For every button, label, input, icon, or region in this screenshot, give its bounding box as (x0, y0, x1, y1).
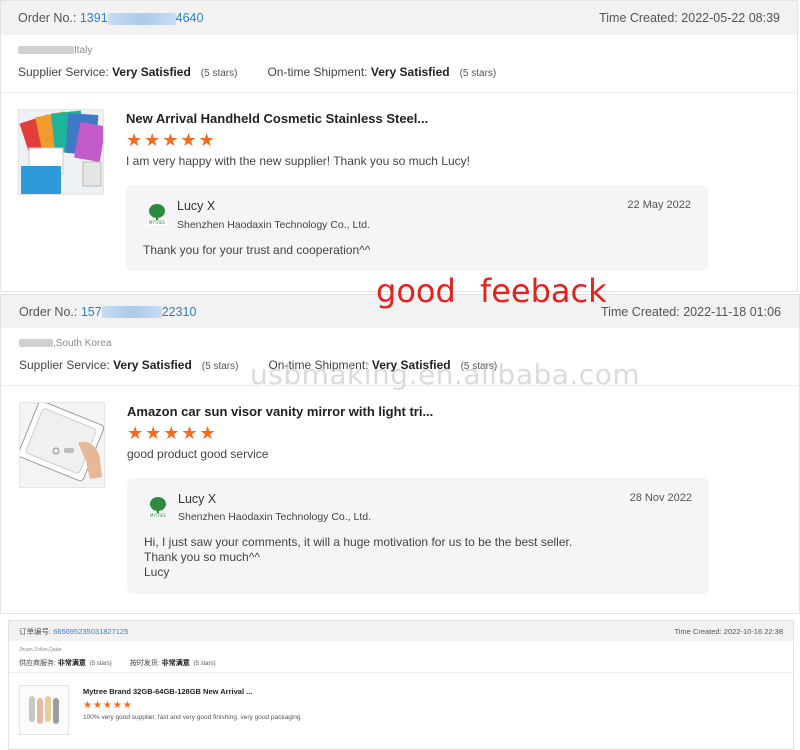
review-card-2: Order No.: 157 22310 Time Created: 2022-1… (0, 294, 800, 614)
order-number: 订单编号: 665695235031827125 (19, 626, 129, 636)
order-number: Order No.: 157 22310 (19, 304, 197, 319)
review-comment: good product good service (127, 447, 269, 461)
review-card-3: 订单编号: 665695235031827125 Time Created: 2… (8, 620, 794, 750)
order-number-link[interactable]: 157 22310 (81, 305, 197, 319)
buyer-info: Italy (18, 45, 780, 59)
product-review: Mytree Brand 32GB-64GB-128GB New Arrival… (9, 673, 793, 735)
redacted-order-digits (107, 12, 176, 25)
time-created: Time Created: 2022-11-18 01:06 (601, 304, 781, 319)
order-number-link[interactable]: 1391 4640 (80, 11, 204, 25)
product-image[interactable] (19, 402, 105, 488)
product-title[interactable]: New Arrival Handheld Cosmetic Stainless … (126, 111, 711, 126)
product-title[interactable]: Amazon car sun visor vanity mirror with … (127, 404, 712, 419)
svg-text:MYTREE: MYTREE (149, 220, 166, 225)
time-created: Time Created: 2022-05-22 08:39 (599, 11, 780, 25)
product-image[interactable] (18, 109, 104, 195)
reply-text: Thank you for your trust and cooperation… (143, 243, 371, 257)
watermark-text: usbmaking.en.alibaba.com (250, 358, 641, 391)
product-title[interactable]: Mytree Brand 32GB-64GB-128GB New Arrival… (83, 687, 301, 696)
time-created: Time Created: 2022-10-16 22:38 (674, 626, 783, 636)
svg-text:MYTREE: MYTREE (150, 513, 167, 518)
supplier-reply: MYTREE Lucy X Shenzhen Haodaxin Technolo… (126, 185, 708, 271)
product-review: Amazon car sun visor vanity mirror with … (1, 386, 799, 594)
product-image[interactable] (19, 685, 69, 735)
order-number: Order No.: 1391 4640 (18, 11, 204, 25)
mytree-logo-icon: MYTREE (147, 496, 169, 523)
service-ratings: 供应商服务: 非常满意 (5 stars) 按时发货: 非常满意 (5 star… (19, 658, 783, 668)
reply-author: Lucy X (178, 492, 217, 506)
service-ratings: Supplier Service: Very Satisfied (5 star… (18, 65, 780, 79)
good-feedback-overlay-text: good feeback (376, 272, 607, 310)
reply-text: Hi, I just saw your comments, it will a … (144, 535, 573, 579)
reply-company: Shenzhen Haodaxin Technology Co., Ltd. (178, 511, 372, 523)
review-header: 订单编号: 665695235031827125 Time Created: 2… (9, 621, 793, 641)
reply-company: Shenzhen Haodaxin Technology Co., Ltd. (177, 219, 371, 231)
reply-date: 22 May 2022 (627, 199, 691, 211)
reply-date: 28 Nov 2022 (629, 492, 692, 504)
redacted-order-digits (101, 306, 162, 319)
buyer-info: ,South Korea (19, 338, 781, 352)
buyer-info: Jhuan Zolian,Qatar (19, 647, 62, 653)
mytree-logo-icon: MYTREE (146, 203, 168, 230)
supplier-service-rating: 供应商服务: 非常满意 (5 stars) (19, 660, 112, 667)
review-header: Order No.: 1391 4640 Time Created: 2022-0… (1, 1, 797, 35)
rating-stars: ★★★★★ (83, 700, 133, 711)
redacted-buyer-name (19, 339, 53, 348)
review-comment: I am very happy with the new supplier! T… (126, 154, 470, 168)
product-review: New Arrival Handheld Cosmetic Stainless … (1, 93, 797, 271)
shipment-rating: On-time Shipment: Very Satisfied (5 star… (267, 65, 497, 79)
redacted-buyer-name (18, 46, 74, 55)
order-number-link[interactable]: 665695235031827125 (53, 627, 128, 636)
rating-stars: ★★★★★ (126, 130, 217, 150)
reply-author: Lucy X (177, 199, 216, 213)
supplier-service-rating: Supplier Service: Very Satisfied (5 star… (18, 65, 238, 79)
rating-stars: ★★★★★ (127, 423, 218, 443)
shipment-rating: 按时发货: 非常满意 (5 stars) (129, 660, 216, 667)
supplier-reply: MYTREE Lucy X Shenzhen Haodaxin Technolo… (127, 478, 709, 594)
review-comment: 100% very good supplier, fast and very g… (83, 714, 301, 721)
supplier-service-rating: Supplier Service: Very Satisfied (5 star… (19, 358, 239, 372)
review-card-1: Order No.: 1391 4640 Time Created: 2022-0… (0, 0, 798, 292)
